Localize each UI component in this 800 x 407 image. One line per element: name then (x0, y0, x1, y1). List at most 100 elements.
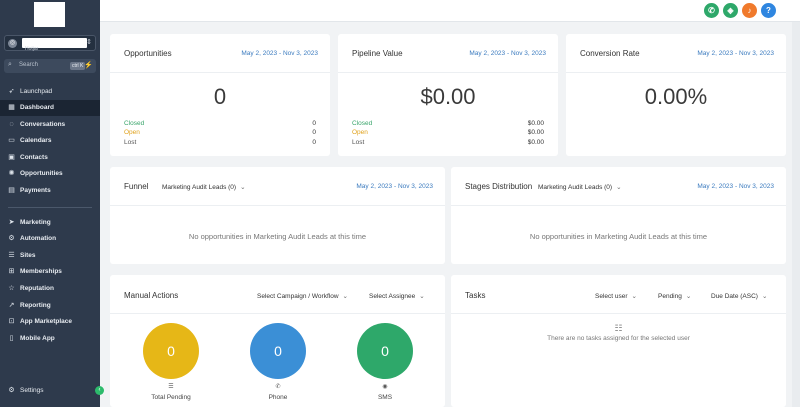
sort-select[interactable]: Due Date (ASC) ⌄ (711, 292, 767, 300)
sidebar-item-label: Conversations (20, 121, 66, 128)
sidebar-item-memberships[interactable]: ⊞ Memberships (0, 264, 100, 280)
funnel-card: Funnel Marketing Audit Leads (0) ⌄ May 2,… (110, 167, 445, 264)
pipeline-value-card: Pipeline Value May 2, 2023 - Nov 3, 2023… (338, 34, 558, 156)
location-icon: ◎ (8, 39, 17, 48)
chevron-down-icon: ⌄ (342, 293, 348, 300)
pipeline-select-value: Marketing Audit Leads (0) (538, 184, 613, 191)
marketplace-icon: ⊡ (8, 318, 15, 325)
stages-date-range[interactable]: May 2, 2023 - Nov 3, 2023 (697, 183, 774, 190)
sms-icon: ◉ (382, 384, 388, 390)
stat-label: Lost (124, 139, 137, 146)
assignee-select[interactable]: Select Assignee ⌄ (369, 292, 425, 300)
sidebar-item-payments[interactable]: ▤ Payments (0, 183, 100, 199)
divider (110, 72, 330, 73)
conversion-value: 0.00% (644, 84, 708, 109)
chevron-down-icon: ⌄ (240, 184, 246, 191)
opportunities-icon: ✺ (8, 170, 15, 177)
total-pending-counter[interactable]: 0 (143, 323, 199, 379)
sidebar-item-label: Reputation (20, 285, 54, 292)
stat-label: Open (352, 129, 368, 136)
sidebar-item-reporting[interactable]: ↗ Reporting (0, 298, 100, 314)
pipeline-title: Pipeline Value (352, 49, 403, 58)
sidebar-item-label: Launchpad (20, 88, 53, 95)
sidebar-item-launchpad[interactable]: ➶ Launchpad (0, 84, 100, 100)
status-select[interactable]: Pending ⌄ (658, 292, 691, 300)
announcements-button[interactable]: ◈ (723, 3, 738, 18)
company-logo[interactable] (34, 2, 65, 27)
chevron-down-icon: ⌄ (419, 293, 425, 300)
sidebar-item-mobile-app[interactable]: ▯ Mobile App (0, 331, 100, 347)
phone-button[interactable]: ✆ (704, 3, 719, 18)
gear-icon: ⚙ (8, 387, 15, 394)
sidebar-item-opportunities[interactable]: ✺ Opportunities (0, 166, 100, 182)
account-name: Hotjar (25, 46, 39, 52)
divider (110, 313, 445, 314)
assignee-select-value: Select Assignee (369, 293, 416, 300)
pipeline-date-range[interactable]: May 2, 2023 - Nov 3, 2023 (469, 50, 546, 57)
collapse-sidebar-button[interactable]: ‹ (95, 386, 104, 395)
funnel-pipeline-select[interactable]: Marketing Audit Leads (0) ⌄ (162, 183, 246, 191)
sidebar-item-sites[interactable]: ☰ Sites (0, 248, 100, 264)
campaign-workflow-select[interactable]: Select Campaign / Workflow ⌄ (257, 292, 348, 300)
sidebar-item-reputation[interactable]: ☆ Reputation (0, 281, 100, 297)
phone-counter[interactable]: 0 (250, 323, 306, 379)
sidebar-item-automation[interactable]: ⚙ Automation (0, 231, 100, 247)
sidebar-item-label: Memberships (20, 268, 62, 275)
sidebar-item-calendars[interactable]: ▭ Calendars (0, 133, 100, 149)
opportunities-card: Opportunities May 2, 2023 - Nov 3, 2023 … (110, 34, 330, 156)
opportunities-date-range[interactable]: May 2, 2023 - Nov 3, 2023 (241, 50, 318, 57)
sidebar-item-marketing[interactable]: ➤ Marketing (0, 215, 100, 231)
sidebar-item-label: Settings (20, 387, 44, 394)
funnel-empty-message: No opportunities in Marketing Audit Lead… (188, 232, 367, 241)
reputation-icon: ☆ (8, 285, 15, 292)
stat-row-lost: Lost $0.00 (352, 139, 544, 148)
memberships-icon: ⊞ (8, 268, 15, 275)
calendar-icon: ▭ (8, 137, 15, 144)
search-label: Search (19, 62, 39, 68)
sidebar-item-label: Mobile App (20, 335, 55, 342)
sidebar-item-dashboard[interactable]: ▦ Dashboard (0, 100, 100, 116)
stages-title: Stages Distribution (465, 182, 533, 191)
stages-distribution-card: Stages Distribution Marketing Audit Lead… (451, 167, 786, 264)
sites-icon: ☰ (8, 252, 15, 259)
lightning-icon[interactable]: ⚡ (84, 61, 93, 69)
sidebar: ◎ Hotjar ⇕ ⌕ Search ctrl K ⚡ ➶ Launchpad… (0, 0, 100, 407)
opportunities-value: 0 (213, 84, 227, 109)
sidebar-item-label: Automation (20, 235, 57, 242)
sidebar-item-label: Opportunities (20, 170, 63, 177)
stat-row-open: Open 0 (124, 129, 316, 138)
phone-label: Phone (268, 394, 288, 401)
bell-icon: ♪ (747, 6, 752, 15)
stat-value: 0 (312, 139, 316, 146)
sidebar-item-settings[interactable]: ⚙ Settings (0, 383, 100, 399)
pipeline-select-value: Marketing Audit Leads (0) (162, 184, 237, 191)
user-select[interactable]: Select user ⌄ (595, 292, 637, 300)
status-select-value: Pending (658, 293, 682, 300)
phone-icon: ✆ (708, 6, 715, 15)
account-switcher[interactable]: ◎ Hotjar ⇕ (4, 35, 96, 52)
stat-label: Closed (352, 120, 373, 127)
sidebar-item-label: App Marketplace (20, 318, 73, 325)
stat-value: $0.00 (527, 120, 544, 127)
stages-pipeline-select[interactable]: Marketing Audit Leads (0) ⌄ (538, 183, 622, 191)
divider (451, 205, 786, 206)
page-scrollbar[interactable] (792, 22, 800, 407)
funnel-date-range[interactable]: May 2, 2023 - Nov 3, 2023 (356, 183, 433, 190)
conversion-title: Conversion Rate (580, 49, 640, 58)
stat-value: 0 (312, 120, 316, 127)
search-bar[interactable]: ⌕ Search ctrl K ⚡ (4, 59, 96, 73)
rocket-icon: ➶ (8, 88, 15, 95)
automation-icon: ⚙ (8, 235, 15, 242)
sidebar-item-conversations[interactable]: ◌ Conversations (0, 117, 100, 133)
phone-icon: ✆ (275, 384, 281, 390)
notifications-button[interactable]: ♪ (742, 3, 757, 18)
sidebar-item-contacts[interactable]: ▣ Contacts (0, 150, 100, 166)
sms-counter[interactable]: 0 (357, 323, 413, 379)
stat-row-closed: Closed $0.00 (352, 120, 544, 129)
tasks-list-icon: ☷ (614, 323, 623, 333)
stat-row-lost: Lost 0 (124, 139, 316, 148)
help-button[interactable]: ? (761, 3, 776, 18)
top-bar: ✆ ◈ ♪ ? (100, 0, 800, 22)
conversion-date-range[interactable]: May 2, 2023 - Nov 3, 2023 (697, 50, 774, 57)
sidebar-item-app-marketplace[interactable]: ⊡ App Marketplace (0, 314, 100, 330)
